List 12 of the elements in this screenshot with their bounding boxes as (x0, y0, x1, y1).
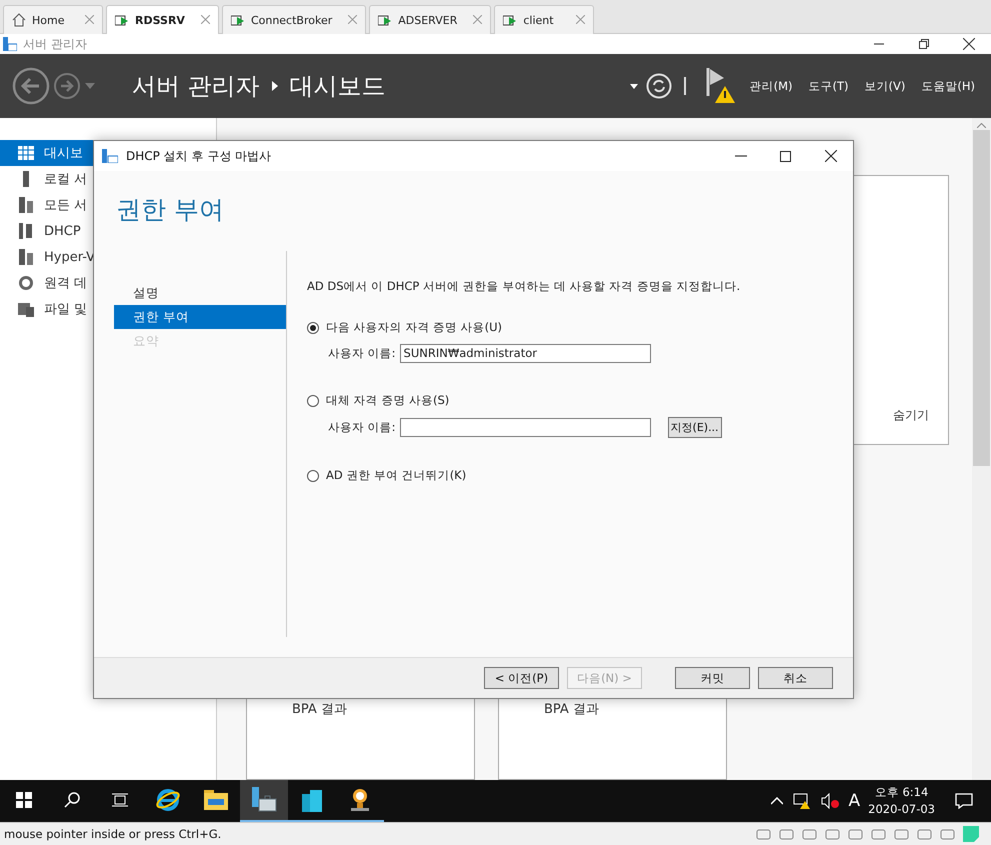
status-text: mouse pointer inside or press Ctrl+G. (4, 827, 222, 841)
card-title: BPA 결과 (292, 702, 347, 717)
page-heading: 권한 부여 (115, 194, 225, 226)
radio-label: AD 권한 부여 건너뛰기(K) (326, 468, 466, 483)
description-text: AD DS에서 이 DHCP 서버에 권한을 부여하는 데 사용할 자격 증명을 지정합니다. (307, 279, 742, 294)
card-title: BPA 결과 (544, 702, 599, 717)
field-label: 사용자 이름: (328, 420, 396, 435)
radio-label: 다음 사용자의 자격 증명 사용(U) (326, 320, 502, 335)
window-title: 서버 관리자 (23, 36, 87, 52)
dialog-title: DHCP 설치 후 구성 마법사 (126, 148, 272, 164)
radio-label: 대체 자격 증명 사용(S) (326, 393, 450, 408)
field-label: 사용자 이름: (328, 346, 396, 361)
